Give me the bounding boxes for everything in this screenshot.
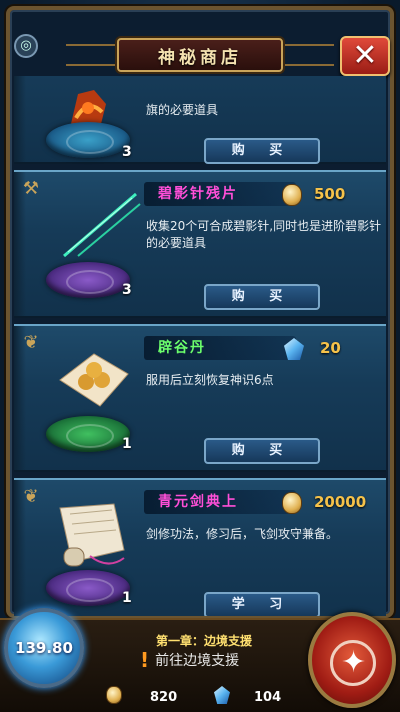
title-ornament-right — [284, 44, 334, 66]
item-price: 20000 — [314, 493, 367, 511]
buy-button[interactable]: 购 买 — [204, 284, 320, 310]
shop-item-card: ❦ 1 青元剑典上 20000 剑修功法，修习后，飞剑攻守兼备。 学 习 — [14, 478, 386, 616]
coin-count: 820 — [150, 690, 178, 705]
gem-count: 104 — [254, 690, 282, 705]
title-ornament-left — [66, 44, 116, 66]
item-name: 碧影针残片 — [144, 182, 296, 206]
shop-item-card: 3 旗的必要道具 购 买 — [14, 76, 386, 164]
gourd-icon: ❦ — [23, 332, 39, 353]
chapter-title: 第一章：边境支援 — [156, 634, 253, 648]
item-description: 剑修功法，修习后，飞剑攻守兼备。 — [146, 527, 339, 541]
item-name: 辟谷丹 — [144, 336, 296, 360]
needle-item-icon — [54, 190, 144, 260]
scroll-item-icon — [50, 500, 134, 570]
item-quantity: 3 — [122, 144, 132, 160]
pill-item-icon — [54, 350, 134, 410]
gourd-icon: ❦ — [23, 486, 39, 507]
item-pedestal — [46, 122, 130, 158]
emblem-icon — [330, 640, 376, 686]
learn-button[interactable]: 学 习 — [204, 592, 320, 616]
item-description: 服用后立刻恢复神识6点 — [146, 373, 274, 387]
shop-item-card: ⚒ 3 碧影针残片 500 收集20个可合成碧影针,同时也是进阶碧影针的必要道具… — [14, 170, 386, 318]
spirit-stone-icon — [106, 686, 122, 704]
close-button[interactable]: ✕ — [340, 36, 390, 76]
skill-emblem-button[interactable] — [308, 612, 396, 708]
orb-value: 139.80 — [15, 639, 73, 657]
shop-item-list[interactable]: 3 旗的必要道具 购 买 ⚒ 3 碧影针残片 500 收集20个可合成碧影针,同… — [14, 76, 386, 616]
item-quantity: 1 — [122, 436, 132, 452]
exclamation-icon: ! — [140, 648, 150, 672]
window-title-bar: 神秘商店 — [117, 38, 283, 72]
item-description: 旗的必要道具 — [146, 103, 219, 117]
quest-tracker[interactable]: ! 前往边境支援 — [140, 648, 239, 672]
item-description: 收集20个可合成碧影针,同时也是进阶碧影针的必要道具 — [146, 219, 382, 250]
exp-orb[interactable]: 139.80 — [4, 608, 84, 688]
quest-text: 前往边境支援 — [155, 653, 240, 669]
menu-round-icon[interactable]: ◎ — [14, 34, 38, 58]
spirit-stone-icon — [282, 492, 302, 514]
item-pedestal — [46, 570, 130, 606]
item-pedestal — [46, 416, 130, 452]
shop-item-card: ❦ 1 辟谷丹 20 服用后立刻恢复神识6点 购 买 — [14, 324, 386, 472]
item-pedestal — [46, 262, 130, 298]
item-price: 20 — [320, 339, 341, 357]
item-quantity: 1 — [122, 590, 132, 606]
card-edge — [14, 76, 26, 162]
close-icon: ✕ — [352, 38, 378, 73]
spirit-stone-icon — [282, 184, 302, 206]
hammer-icon: ⚒ — [22, 178, 40, 199]
item-quantity: 3 — [122, 282, 132, 298]
window-title: 神秘商店 — [158, 47, 242, 68]
buy-button[interactable]: 购 买 — [204, 138, 320, 164]
item-price: 500 — [314, 185, 346, 203]
item-name: 青元剑典上 — [144, 490, 296, 514]
buy-button[interactable]: 购 买 — [204, 438, 320, 464]
